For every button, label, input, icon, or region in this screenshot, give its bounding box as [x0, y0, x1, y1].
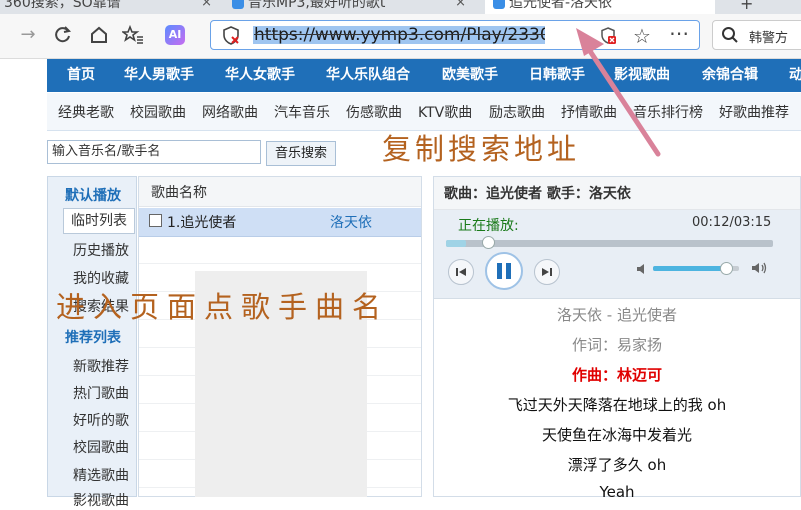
shield-icon[interactable]	[221, 26, 241, 50]
playlist-sidebar: 默认播放 临时列表 历史播放 我的收藏 搜索结果 推荐列表 新歌推荐 热门歌曲 …	[47, 176, 137, 509]
song-list-header: 歌曲名称	[139, 177, 421, 207]
annotation-enter-page: 进入页面点歌手曲名	[56, 290, 390, 324]
search-icon	[721, 26, 739, 48]
sidebar-item-campus-songs[interactable]: 校园歌曲	[56, 437, 146, 457]
play-time: 00:12/03:15	[692, 215, 772, 230]
lyric-line: Yeah	[599, 483, 635, 501]
category-item[interactable]: 网络歌曲	[202, 93, 258, 130]
annotation-copy-address: 复制搜索地址	[382, 132, 581, 166]
menu-item[interactable]: 首页	[67, 59, 95, 92]
close-icon[interactable]: ×	[201, 0, 212, 12]
default-play-heading: 默认播放	[65, 188, 121, 204]
volume-low-icon[interactable]	[636, 262, 648, 280]
progress-fill	[446, 240, 466, 247]
next-button[interactable]	[534, 259, 560, 285]
lyric-line: 飞过天外天降落在地球上的我 oh	[507, 396, 727, 414]
player-controls: 正在播放: 00:12/03:15	[434, 210, 800, 299]
lyric-line: 天使鱼在冰海中发着光	[541, 426, 692, 444]
music-search-input[interactable]: 输入音乐名/歌手名	[47, 140, 261, 164]
song-title[interactable]: 1.追光使者	[167, 212, 236, 232]
category-item[interactable]: 经典老歌	[58, 93, 114, 130]
progress-bar[interactable]	[446, 236, 773, 249]
music-search-button[interactable]: 音乐搜索	[266, 141, 336, 166]
browser-toolbar: → AI https://www.yymp3.com/Play/23307/2 …	[0, 14, 801, 59]
sidebar-item-temp-list[interactable]: 临时列表	[63, 208, 135, 234]
annotation-arrow-icon	[576, 28, 661, 157]
tab-music-mp3[interactable]: 音乐MP3,最好听的歌t ×	[232, 0, 472, 14]
more-icon[interactable]: ⋯	[669, 21, 689, 45]
category-item[interactable]: 汽车音乐	[274, 93, 330, 130]
pause-button[interactable]	[485, 252, 523, 290]
sidebar-item-good-songs[interactable]: 好听的歌	[56, 410, 146, 430]
previous-button[interactable]	[448, 259, 474, 285]
lyric-line: 漂浮了多久 oh	[567, 456, 667, 474]
menu-item[interactable]: 华人男歌手	[124, 59, 194, 92]
browser-search-box[interactable]: 韩警方	[712, 20, 801, 50]
close-icon[interactable]: ×	[455, 0, 466, 12]
lyric-line-current: 作曲：林迈可	[571, 366, 662, 384]
star-list-icon[interactable]	[120, 22, 146, 48]
song-list: 歌曲名称 1.追光使者 洛天依	[138, 176, 422, 497]
tab-active-song[interactable]: 追光使者-洛天依	[485, 0, 715, 14]
lyric-line: 洛天依 - 追光使者	[557, 306, 677, 324]
sidebar-item-selected-songs[interactable]: 精选歌曲	[56, 465, 146, 485]
page-margin	[0, 59, 40, 497]
tab-label: 追光使者-洛天依	[509, 0, 613, 11]
menu-item[interactable]: 动	[789, 59, 801, 92]
volume-high-icon[interactable]	[751, 261, 769, 279]
playing-status: 正在播放:	[458, 218, 519, 234]
site-main-menu: 首页 华人男歌手 华人女歌手 华人乐队组合 欧美歌手 日韩歌手 影视歌曲 余锦合…	[47, 59, 801, 92]
new-tab-button[interactable]: +	[740, 0, 753, 13]
table-row[interactable]: 1.追光使者 洛天依	[139, 208, 421, 237]
home-icon[interactable]	[86, 22, 112, 48]
category-item[interactable]: KTV歌曲	[418, 93, 472, 130]
forward-icon[interactable]: →	[15, 22, 41, 48]
refresh-icon[interactable]	[50, 22, 76, 48]
site-icon	[232, 0, 244, 9]
category-item[interactable]: 好歌曲推荐	[719, 93, 789, 130]
sidebar-item-hot-songs[interactable]: 热门歌曲	[56, 383, 146, 403]
menu-item[interactable]: 欧美歌手	[442, 59, 498, 92]
lyric-line: 作词：易家扬	[571, 336, 662, 354]
song-artist[interactable]: 洛天依	[330, 212, 372, 232]
category-item[interactable]: 校园歌曲	[130, 93, 186, 130]
volume-fill	[653, 266, 727, 271]
player-title: 歌曲：追光使者 歌手：洛天依	[434, 177, 800, 210]
volume-handle[interactable]	[720, 262, 734, 275]
menu-item[interactable]: 余锦合辑	[702, 59, 758, 92]
url-text[interactable]: https://www.yymp3.com/Play/23307/2	[253, 26, 545, 44]
recommend-heading: 推荐列表	[65, 330, 121, 346]
volume-slider[interactable]	[653, 262, 739, 275]
search-text: 韩警方	[749, 31, 789, 46]
tab-360-search[interactable]: 360搜索，SO靠谱 ×	[0, 0, 220, 14]
tab-label: 音乐MP3,最好听的歌t	[248, 0, 386, 11]
tab-label: 360搜索，SO靠谱	[4, 0, 121, 11]
sidebar-item-movie-songs[interactable]: 影视歌曲	[56, 490, 146, 510]
progress-handle[interactable]	[481, 236, 495, 249]
music-player: 歌曲：追光使者 歌手：洛天依 正在播放: 00:12/03:15 洛天依 - 追…	[433, 176, 801, 501]
site-icon	[493, 0, 505, 9]
sidebar-item-history[interactable]: 历史播放	[56, 240, 146, 260]
row-divider	[139, 263, 421, 264]
sidebar-item-new-songs[interactable]: 新歌推荐	[56, 356, 146, 376]
song-checkbox[interactable]	[149, 214, 162, 227]
menu-item[interactable]: 华人女歌手	[225, 59, 295, 92]
tab-strip: 360搜索，SO靠谱 × 音乐MP3,最好听的歌t × 追光使者-洛天依 +	[0, 0, 801, 14]
ai-icon[interactable]: AI	[162, 22, 188, 48]
category-item[interactable]: 伤感歌曲	[346, 93, 402, 130]
menu-item[interactable]: 华人乐队组合	[326, 59, 410, 92]
category-item[interactable]: 励志歌曲	[489, 93, 545, 130]
